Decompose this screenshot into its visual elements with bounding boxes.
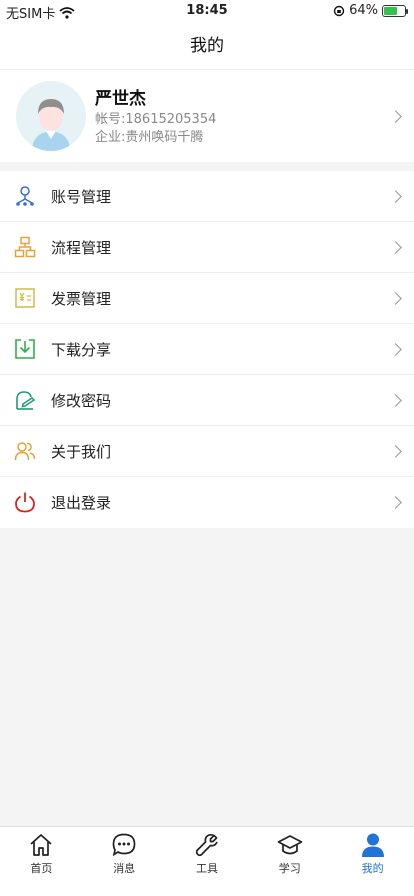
- menu-item-label: 修改密码: [51, 392, 112, 410]
- profile-card[interactable]: 严世杰 帐号:18615205354 企业:贵州唤码千腾: [0, 70, 414, 162]
- menu-item-label: 发票管理: [51, 290, 112, 308]
- avatar: [16, 81, 86, 151]
- message-icon: [112, 833, 136, 857]
- account-tree-icon: [16, 186, 34, 206]
- about-us-icon: [14, 442, 36, 461]
- menu-item-invoice-management[interactable]: 发票管理: [0, 273, 414, 324]
- power-icon: [15, 492, 35, 513]
- chevron-right-icon: [389, 394, 402, 407]
- chevron-right-icon: [389, 110, 402, 123]
- tab-label: 消息: [113, 862, 136, 875]
- status-right: 64%: [333, 3, 408, 18]
- menu-item-label: 账号管理: [51, 188, 112, 206]
- chevron-right-icon: [389, 292, 402, 305]
- home-icon: [30, 834, 52, 856]
- chevron-right-icon: [389, 190, 402, 203]
- menu-item-label: 关于我们: [51, 443, 112, 461]
- menu-item-change-password[interactable]: 修改密码: [0, 375, 414, 426]
- tools-icon: [195, 833, 218, 857]
- tab-bar: 首页 消息 工具 学习 我的: [0, 826, 414, 896]
- page-title: 我的: [190, 36, 224, 56]
- chevron-right-icon: [389, 241, 402, 254]
- chevron-right-icon: [389, 343, 402, 356]
- tab-mine[interactable]: 我的: [331, 827, 414, 896]
- battery-percent: 64%: [349, 3, 378, 18]
- menu-item-process-management[interactable]: 流程管理: [0, 222, 414, 273]
- process-icon: [14, 236, 36, 258]
- menu-item-label: 下载分享: [51, 341, 112, 359]
- status-bar: 无SIM卡 18:45 64%: [0, 0, 414, 22]
- download-icon: [15, 339, 35, 359]
- menu-item-label: 流程管理: [51, 239, 112, 257]
- chevron-right-icon: [389, 496, 402, 509]
- chevron-right-icon: [389, 445, 402, 458]
- user-icon: [361, 833, 384, 857]
- battery-icon: [382, 4, 408, 17]
- orientation-lock-icon: [333, 5, 345, 16]
- tab-label: 我的: [361, 862, 384, 875]
- battery-fill: [384, 6, 397, 15]
- edit-password-icon: [16, 391, 36, 410]
- tab-home[interactable]: 首页: [0, 827, 83, 896]
- nav-bar: 我的: [0, 22, 414, 70]
- graduation-cap-icon: [277, 835, 303, 855]
- menu-item-download-share[interactable]: 下载分享: [0, 324, 414, 375]
- menu-item-label: 退出登录: [51, 494, 112, 512]
- menu-list: 账号管理 流程管理 发票管理 下载分享 修改密码 关于我们 退出登录: [0, 171, 414, 528]
- menu-item-logout[interactable]: 退出登录: [0, 477, 414, 528]
- tab-label: 首页: [30, 862, 53, 875]
- tab-messages[interactable]: 消息: [83, 827, 166, 896]
- tab-tools[interactable]: 工具: [166, 827, 249, 896]
- profile-company: 企业:贵州唤码千腾: [95, 130, 204, 145]
- invoice-icon: [15, 288, 35, 308]
- avatar-person-icon: [32, 99, 70, 151]
- tab-learning[interactable]: 学习: [248, 827, 331, 896]
- menu-item-about-us[interactable]: 关于我们: [0, 426, 414, 477]
- menu-item-account-management[interactable]: 账号管理: [0, 171, 414, 222]
- tab-label: 学习: [278, 862, 301, 875]
- profile-name: 严世杰: [95, 89, 146, 109]
- tab-label: 工具: [195, 862, 218, 875]
- profile-account: 帐号:18615205354: [95, 112, 217, 127]
